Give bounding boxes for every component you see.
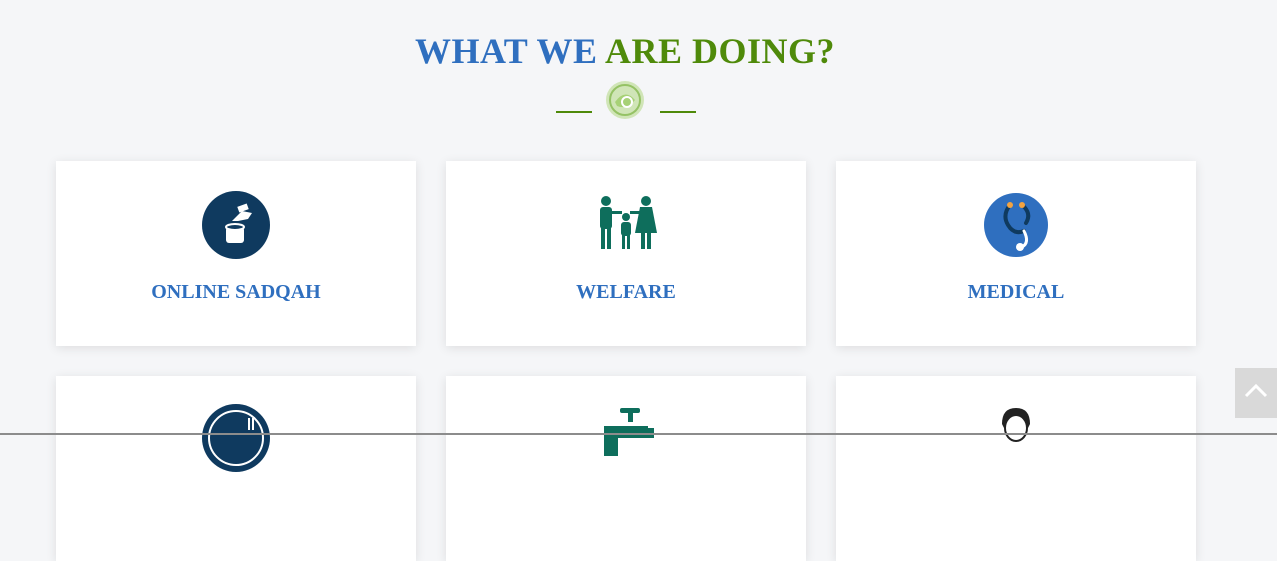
chevron-up-icon bbox=[1244, 383, 1268, 398]
service-card-online-sadqah[interactable]: ONLINE SADQAH bbox=[56, 161, 416, 346]
title-divider bbox=[556, 80, 696, 120]
service-label: MEDICAL bbox=[967, 281, 1065, 303]
service-card-water[interactable] bbox=[446, 376, 806, 561]
donation-hand-icon bbox=[202, 191, 270, 259]
service-card-food[interactable] bbox=[56, 376, 416, 561]
scroll-to-top-button[interactable] bbox=[1235, 368, 1277, 418]
emblem-icon bbox=[606, 81, 644, 119]
divider-line-right bbox=[660, 111, 696, 113]
service-card-medical[interactable]: MEDICAL bbox=[836, 161, 1196, 346]
family-icon bbox=[600, 196, 657, 249]
service-card-person[interactable] bbox=[836, 376, 1196, 561]
stethoscope-icon bbox=[984, 193, 1048, 257]
service-card-welfare[interactable]: WELFARE bbox=[446, 161, 806, 346]
food-plate-icon bbox=[202, 404, 270, 472]
section-title-part1: WHAT WE bbox=[414, 31, 598, 71]
divider-line-left bbox=[556, 111, 592, 113]
water-tap-icon bbox=[604, 408, 654, 456]
person-icon bbox=[1002, 408, 1030, 442]
service-label: WELFARE bbox=[576, 281, 676, 303]
service-label: ONLINE SADQAH bbox=[151, 281, 321, 303]
section-title: WHAT WE ARE DOING? bbox=[0, 30, 1250, 72]
section-title-part2: ARE DOING? bbox=[605, 31, 836, 71]
